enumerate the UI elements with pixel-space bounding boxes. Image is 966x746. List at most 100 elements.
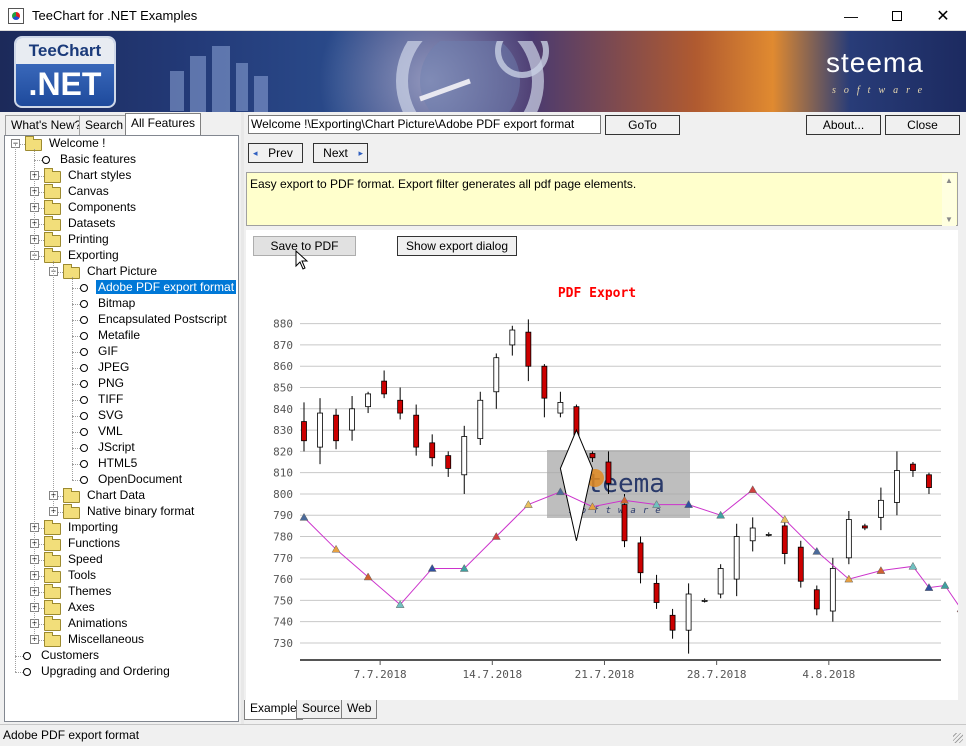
prev-arrow-icon: ◂: [253, 148, 258, 158]
minimize-button[interactable]: —: [828, 0, 874, 31]
candle-up: [717, 568, 724, 595]
tab-web[interactable]: Web: [341, 700, 378, 719]
y-tick-label: 850: [273, 382, 293, 395]
prev-button[interactable]: ◂ Prev: [248, 143, 303, 163]
about-button[interactable]: About...: [806, 115, 881, 135]
next-arrow-icon: ▸: [358, 148, 363, 158]
y-tick-label: 820: [273, 445, 293, 458]
y-tick-label: 840: [273, 403, 293, 416]
candle-up: [878, 499, 884, 518]
folder-icon: [44, 232, 61, 247]
tree-item-label: Importing: [68, 520, 119, 534]
close-window-button[interactable]: ✕: [920, 0, 966, 31]
tree-item-label: Bitmap: [98, 296, 136, 310]
folder-icon: [44, 216, 61, 231]
line-point-marker: [940, 580, 950, 589]
folder-icon: [44, 168, 61, 183]
tab-example[interactable]: Example: [244, 700, 303, 720]
y-tick-label: 770: [273, 552, 293, 565]
folder-icon: [63, 488, 80, 503]
candle-up: [733, 536, 740, 580]
tree-item-gif[interactable]: [5, 344, 238, 360]
candle-down: [381, 380, 388, 395]
candle-up: [765, 533, 772, 536]
scroll-down-icon: ▼: [945, 215, 953, 224]
close-button[interactable]: Close: [885, 115, 960, 135]
line-point-marker: [748, 485, 758, 493]
tree-item-label: Animations: [68, 616, 128, 630]
tree-item-label: Canvas: [68, 184, 109, 198]
candle-down: [910, 463, 916, 471]
leaf-icon: [80, 412, 88, 420]
leaf-icon: [80, 428, 88, 436]
tree-item-label: Basic features: [60, 152, 137, 166]
leaf-icon: [23, 652, 31, 660]
folder-icon: [44, 520, 61, 535]
line-point-marker: [908, 561, 918, 570]
y-tick-label: 780: [273, 531, 293, 544]
tree-item-label: PNG: [98, 376, 125, 390]
resize-grip-icon[interactable]: [953, 733, 963, 743]
tree-guide-line: [72, 277, 73, 480]
line-point-marker: [299, 512, 309, 521]
leaf-icon: [80, 460, 88, 468]
tree-item-label: Miscellaneous: [68, 632, 145, 646]
tree-guide-line: [53, 261, 54, 512]
tree-item-label: Components: [68, 200, 137, 214]
candle-down: [541, 365, 548, 399]
candle-down: [781, 525, 788, 554]
logo-top-text: TeeChart: [16, 38, 114, 64]
feature-tree[interactable]: − Welcome ! Basic features + Chart styles + Ca…: [4, 135, 239, 722]
x-tick-label: 28.7.2018: [687, 668, 747, 681]
steema-logo-sub: software: [832, 85, 931, 96]
x-tick-label: 7.7.2018: [354, 668, 407, 681]
candle-up: [845, 519, 852, 559]
y-tick-label: 790: [273, 509, 293, 522]
candle-down: [653, 582, 660, 603]
y-tick-label: 750: [273, 594, 293, 607]
pdf-export-chart[interactable]: PDF Export steemasoftware 73074075076077…: [246, 230, 958, 700]
folder-icon: [44, 600, 61, 615]
line-point-marker: [956, 609, 958, 613]
goto-button[interactable]: GoTo: [605, 115, 680, 135]
prev-label: Prev: [268, 146, 293, 160]
tab-all-features[interactable]: All Features: [125, 113, 202, 135]
header-banner: TeeChart .NET steema software: [0, 31, 966, 112]
folder-icon: [44, 552, 61, 567]
candle-down: [797, 546, 804, 582]
tab-source[interactable]: Source: [296, 700, 347, 719]
description-box: Easy export to PDF format. Export filter…: [246, 172, 958, 226]
candle-up: [701, 599, 708, 602]
y-tick-label: 860: [273, 360, 293, 373]
description-scrollbar[interactable]: ▲ ▼: [942, 174, 956, 226]
candle-up: [749, 527, 756, 542]
tree-item-label: VML: [98, 424, 123, 438]
next-button[interactable]: Next ▸: [313, 143, 368, 163]
leaf-icon: [23, 668, 31, 676]
maximize-button[interactable]: [874, 0, 920, 31]
tree-item-label: Encapsulated Postscript: [98, 312, 227, 326]
tree-item-label: Metafile: [98, 328, 141, 342]
rhombus-shape: [559, 428, 593, 541]
tab-search[interactable]: Search: [79, 115, 130, 135]
y-tick-label: 870: [273, 339, 293, 352]
app-icon: [8, 8, 24, 24]
tree-item-label: Native binary format: [87, 504, 195, 518]
candle-down: [813, 589, 820, 610]
tree-item-label: Themes: [68, 584, 112, 598]
leaf-icon: [80, 364, 88, 372]
folder-icon: [44, 184, 61, 199]
path-input[interactable]: Welcome !\Exporting\Chart Picture\Adobe …: [248, 115, 601, 134]
tab-whats-new[interactable]: What's New?: [5, 115, 88, 135]
candle-down: [397, 399, 404, 414]
tree-item-label: Chart styles: [68, 168, 132, 182]
tree-item-label: HTML5: [98, 456, 138, 470]
candle-up: [685, 593, 692, 631]
tree-item-label: TIFF: [98, 392, 124, 406]
candle-down: [413, 414, 420, 448]
panel-splitter[interactable]: [241, 112, 244, 724]
steema-logo: steema: [826, 47, 924, 78]
window-title: TeeChart for .NET Examples: [32, 8, 198, 23]
x-tick-label: 21.7.2018: [575, 668, 635, 681]
candle-down: [637, 542, 644, 574]
